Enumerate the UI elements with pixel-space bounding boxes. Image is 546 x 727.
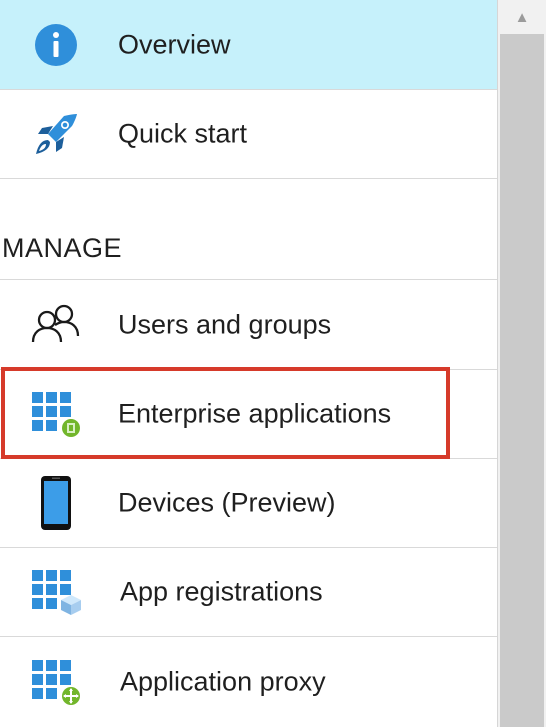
menu-item-label: Quick start — [118, 118, 248, 149]
app-registrations-icon — [28, 564, 84, 620]
section-title: MANAGE — [2, 233, 123, 263]
application-proxy-icon — [28, 654, 84, 710]
menu-item-quick-start[interactable]: Quick start — [0, 90, 497, 179]
users-icon — [28, 297, 84, 353]
vertical-scrollbar[interactable]: ▲ — [498, 0, 546, 727]
scroll-up-arrow-icon[interactable]: ▲ — [498, 0, 546, 34]
menu-item-label: Application proxy — [120, 666, 326, 697]
scroll-thumb[interactable] — [500, 34, 544, 727]
menu-item-app-registrations[interactable]: App registrations — [0, 548, 497, 637]
menu-item-label: Devices (Preview) — [118, 487, 336, 518]
rocket-icon — [28, 106, 84, 162]
menu-item-label: App registrations — [120, 576, 323, 607]
sidebar-menu: Overview Quick start MANAGE Users and gr… — [0, 0, 498, 727]
enterprise-apps-icon — [28, 386, 84, 442]
menu-item-users-and-groups[interactable]: Users and groups — [0, 280, 497, 370]
info-icon — [28, 17, 84, 73]
menu-item-label: Overview — [118, 29, 231, 59]
menu-item-application-proxy[interactable]: Application proxy — [0, 637, 497, 727]
device-icon — [28, 475, 84, 531]
menu-item-overview[interactable]: Overview — [0, 0, 497, 90]
menu-item-devices-preview[interactable]: Devices (Preview) — [0, 459, 497, 548]
section-manage-header: MANAGE — [0, 179, 497, 280]
navigation-panel: Overview Quick start MANAGE Users and gr… — [0, 0, 546, 727]
menu-item-label: Enterprise applications — [118, 398, 392, 429]
menu-item-enterprise-applications[interactable]: Enterprise applications — [0, 370, 497, 459]
menu-item-label: Users and groups — [118, 309, 332, 339]
